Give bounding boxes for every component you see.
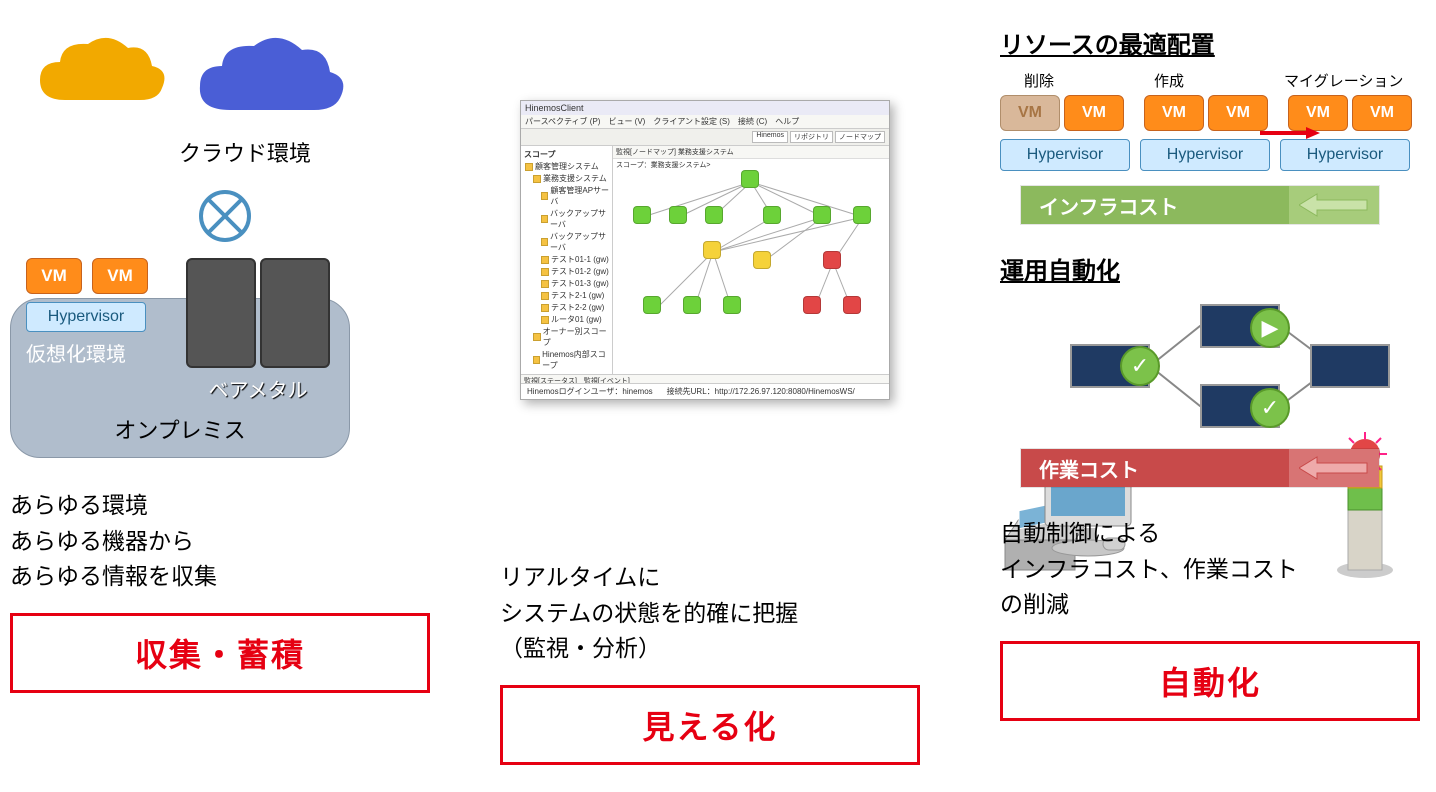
column-collect: クラウド環境 オンプレミス VM VM Hypervisor 仮想化環境 ベアメ… bbox=[10, 30, 440, 693]
folder-icon bbox=[541, 316, 549, 324]
flow-step-icon bbox=[1310, 344, 1390, 388]
folder-icon bbox=[541, 292, 549, 300]
app-tree: スコープ 顧客管理システム 業務支援システム 顧客管理APサーバ バックアップサ… bbox=[521, 146, 613, 374]
folder-icon bbox=[541, 215, 548, 223]
node-icon bbox=[753, 251, 771, 269]
virt-label: 仮想化環境 bbox=[26, 338, 148, 367]
vm-row: VM VM VM VM VM VM bbox=[1000, 95, 1430, 131]
sec-automation-title: 運用自動化 bbox=[1000, 251, 1430, 286]
col3-description: 自動制御による インフラコスト、作業コスト の削減 bbox=[1000, 516, 1430, 623]
node-icon bbox=[643, 296, 661, 314]
cloud-row bbox=[30, 30, 440, 130]
folder-icon bbox=[533, 356, 540, 364]
folder-icon bbox=[541, 280, 549, 288]
col2-description: リアルタイムに システムの状態を的確に把握 （監視・分析） bbox=[500, 560, 930, 667]
folder-icon bbox=[541, 192, 548, 200]
node-icon bbox=[823, 251, 841, 269]
node-icon bbox=[763, 206, 781, 224]
vm-badge: VM bbox=[1208, 95, 1268, 131]
vm-badge: VM bbox=[92, 258, 148, 294]
app-table: 監視[ステータス] 監視[イベント] スコープ：業務支援システム> マネージャプ… bbox=[521, 375, 889, 383]
hypervisor-badge: Hypervisor bbox=[1280, 139, 1410, 171]
folder-icon bbox=[541, 268, 549, 276]
onprem-box: オンプレミス VM VM Hypervisor 仮想化環境 ベアメタル bbox=[10, 258, 350, 458]
app-titlebar: HinemosClient bbox=[521, 101, 889, 115]
cloud-icon-orange bbox=[30, 30, 170, 120]
baremetal-area: ベアメタル bbox=[186, 258, 330, 403]
app-menubar: パースペクティブ (P) ビュー (V) クライアント設定 (S) 接続 (C)… bbox=[521, 115, 889, 129]
col1-description: あらゆる環境 あらゆる機器から あらゆる情報を収集 bbox=[10, 488, 440, 595]
folder-icon bbox=[533, 175, 541, 183]
infra-cost-bar: インフラコスト bbox=[1020, 185, 1380, 225]
column-automate: リソースの最適配置 削除 作成 マイグレーション VM VM VM VM VM … bbox=[1000, 25, 1430, 721]
folder-icon bbox=[541, 304, 549, 312]
node-icon bbox=[803, 296, 821, 314]
arrow-left-icon bbox=[1289, 186, 1379, 224]
app-nodemap: 監視[ノードマップ] 業務支援システム スコープ：業務支援システム> bbox=[613, 146, 889, 374]
server-icon bbox=[186, 258, 256, 368]
work-cost-bar: 作業コスト bbox=[1020, 448, 1380, 488]
cta-automate: 自動化 bbox=[1000, 641, 1420, 721]
node-icon bbox=[813, 206, 831, 224]
baremetal-label: ベアメタル bbox=[209, 374, 308, 403]
virtualization-area: VM VM Hypervisor 仮想化環境 bbox=[26, 258, 148, 367]
onprem-label: オンプレミス bbox=[11, 413, 349, 445]
node-icon bbox=[853, 206, 871, 224]
cloud-env-label: クラウド環境 bbox=[50, 136, 440, 168]
app-statusbar: Hinemosログインユーザ：hinemos 接続先URL：http://172… bbox=[521, 383, 889, 399]
arrow-left-icon bbox=[1289, 449, 1379, 487]
sec-resource-title: リソースの最適配置 bbox=[1000, 25, 1430, 60]
node-icon bbox=[703, 241, 721, 259]
cloud-icon-blue bbox=[190, 30, 350, 130]
node-icon bbox=[741, 170, 759, 188]
vm-badge: VM bbox=[1352, 95, 1412, 131]
hypervisor-badge: Hypervisor bbox=[1140, 139, 1270, 171]
workflow-diagram: ✓ ✓ ▶ bbox=[1050, 296, 1380, 436]
node-icon bbox=[723, 296, 741, 314]
folder-icon bbox=[541, 256, 549, 264]
check-icon: ✓ bbox=[1250, 388, 1290, 428]
node-icon bbox=[633, 206, 651, 224]
folder-icon bbox=[525, 163, 533, 171]
hypervisor-badge: Hypervisor bbox=[1000, 139, 1130, 171]
node-icon bbox=[683, 296, 701, 314]
folder-icon bbox=[541, 238, 548, 246]
play-icon: ▶ bbox=[1250, 308, 1290, 348]
check-icon: ✓ bbox=[1120, 346, 1160, 386]
cta-visualize: 見える化 bbox=[500, 685, 920, 765]
op-labels: 削除 作成 マイグレーション bbox=[1024, 70, 1430, 91]
node-icon bbox=[705, 206, 723, 224]
combine-icon bbox=[197, 188, 253, 244]
node-icon bbox=[669, 206, 687, 224]
vm-badge: VM bbox=[26, 258, 82, 294]
app-toolbar: Hinemos リポジトリ ノードマップ bbox=[521, 129, 889, 146]
vm-badge-faded: VM bbox=[1000, 95, 1060, 131]
vm-badge: VM bbox=[1064, 95, 1124, 131]
folder-icon bbox=[533, 333, 541, 341]
toolbar-btn: リポジトリ bbox=[790, 131, 833, 143]
server-icon bbox=[260, 258, 330, 368]
node-icon bbox=[843, 296, 861, 314]
toolbar-btn: Hinemos bbox=[752, 131, 788, 143]
cta-collect: 収集・蓄積 bbox=[10, 613, 430, 693]
toolbar-btn: ノードマップ bbox=[835, 131, 885, 143]
app-body: スコープ 顧客管理システム 業務支援システム 顧客管理APサーバ バックアップサ… bbox=[521, 146, 889, 375]
column-visualize: HinemosClient パースペクティブ (P) ビュー (V) クライアン… bbox=[500, 100, 930, 765]
app-window: HinemosClient パースペクティブ (P) ビュー (V) クライアン… bbox=[520, 100, 890, 400]
hypervisor-badge: Hypervisor bbox=[26, 302, 146, 332]
hypervisor-row: Hypervisor Hypervisor Hypervisor bbox=[1000, 139, 1430, 171]
vm-badge: VM bbox=[1144, 95, 1204, 131]
migration-arrow-icon bbox=[1260, 125, 1320, 141]
